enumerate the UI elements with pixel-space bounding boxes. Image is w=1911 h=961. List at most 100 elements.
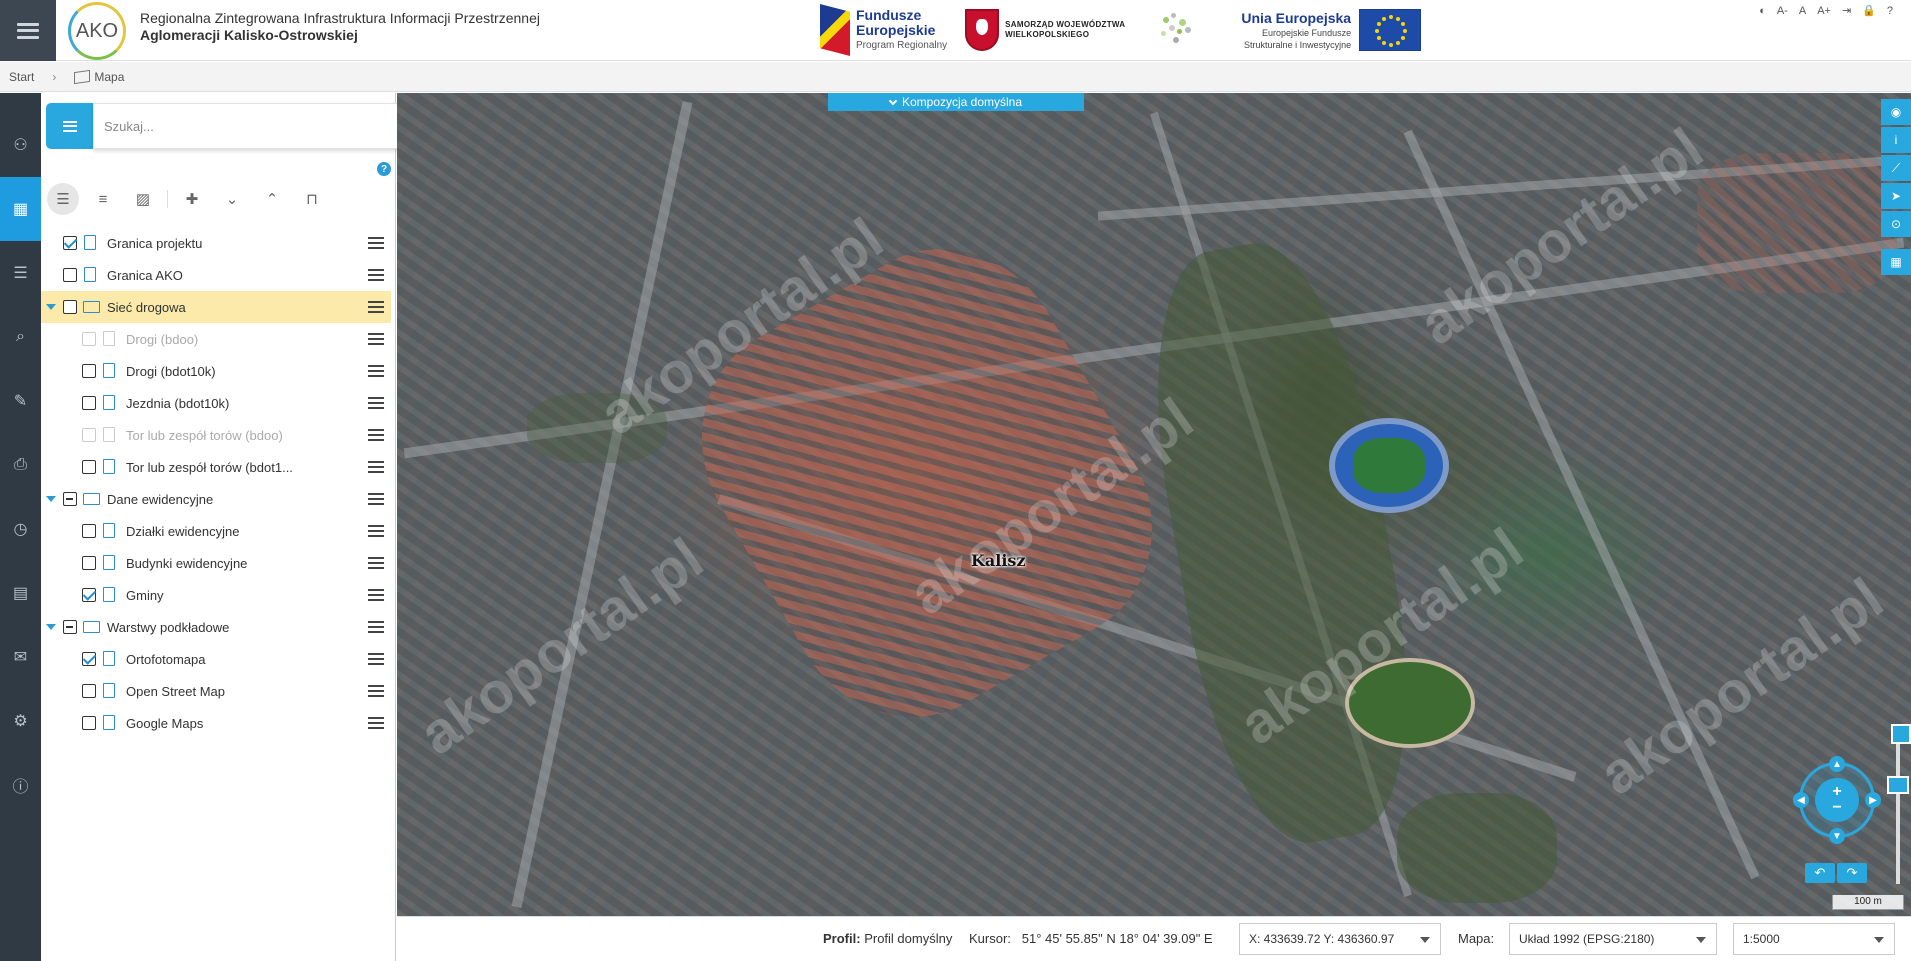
layer-menu-icon[interactable]: [368, 589, 384, 601]
select-cursor-icon[interactable]: ➤: [1881, 183, 1911, 209]
layer-row[interactable]: Google Maps: [41, 707, 391, 739]
settings-icon[interactable]: ⚙: [0, 689, 41, 753]
legend-image-button[interactable]: ▨: [127, 183, 159, 215]
layer-menu-icon[interactable]: [368, 429, 384, 441]
coordinates-select[interactable]: X: 433639.72 Y: 436360.97: [1239, 923, 1441, 955]
eye-icon[interactable]: ◉: [1881, 99, 1911, 125]
layer-menu-icon[interactable]: [368, 525, 384, 537]
layer-row[interactable]: Open Street Map: [41, 675, 391, 707]
rail-layers-group[interactable]: [0, 93, 41, 113]
print-icon[interactable]: ⎙: [0, 433, 41, 497]
composition-selector[interactable]: Kompozycja domyślna: [828, 93, 1084, 111]
layer-checkbox[interactable]: [82, 652, 96, 666]
add-layer-button[interactable]: ✚: [176, 183, 208, 215]
pencil-icon[interactable]: ✎: [0, 369, 41, 433]
layer-menu-icon[interactable]: [368, 461, 384, 473]
contrast-icon[interactable]: ◐: [1759, 5, 1766, 17]
layer-checkbox[interactable]: [63, 492, 77, 506]
layer-checkbox[interactable]: [82, 588, 96, 602]
expand-triangle-icon[interactable]: [46, 304, 56, 310]
layer-menu-icon[interactable]: [368, 301, 384, 313]
zoom-extent-icon[interactable]: [1891, 724, 1911, 744]
layer-row[interactable]: Gminy: [41, 579, 391, 611]
toggle-panel-button[interactable]: [46, 103, 93, 149]
layer-checkbox[interactable]: [82, 556, 96, 570]
layer-row[interactable]: Tor lub zespół torów (bdoo): [41, 419, 391, 451]
rail-map-button[interactable]: ▦: [0, 177, 41, 241]
collapse-all-button[interactable]: ⌃: [256, 183, 288, 215]
breadcrumb-start[interactable]: Start: [9, 70, 34, 84]
layer-checkbox[interactable]: [63, 300, 77, 314]
layer-menu-icon[interactable]: [368, 333, 384, 345]
layer-checkbox[interactable]: [82, 428, 96, 442]
layer-order-view-button[interactable]: ≡: [87, 183, 119, 215]
zoom-in-out-button[interactable]: + −: [1815, 778, 1859, 822]
card-icon[interactable]: ▤: [0, 561, 41, 625]
clock-icon[interactable]: ◷: [0, 497, 41, 561]
font-increase-button[interactable]: A+: [1817, 5, 1831, 17]
layer-menu-icon[interactable]: [368, 397, 384, 409]
info-tool-icon[interactable]: i: [1881, 127, 1911, 153]
font-decrease-button[interactable]: A-: [1777, 5, 1788, 17]
map-canvas[interactable]: akoportal.pl akoportal.pl akoportal.pl a…: [397, 93, 1911, 916]
zoom-slider[interactable]: [1887, 724, 1909, 884]
expand-triangle-icon[interactable]: [46, 496, 56, 502]
font-normal-button[interactable]: A: [1799, 5, 1806, 17]
layer-row[interactable]: Budynki ewidencyjne: [41, 547, 391, 579]
layer-checkbox[interactable]: [82, 460, 96, 474]
layer-checkbox[interactable]: [82, 332, 96, 346]
expand-all-button[interactable]: ⌄: [216, 183, 248, 215]
pan-right-icon[interactable]: ▶: [1865, 792, 1881, 808]
layer-row[interactable]: Warstwy podkładowe: [41, 611, 391, 643]
layer-checkbox[interactable]: [63, 268, 77, 282]
layer-row[interactable]: Dane ewidencyjne: [41, 483, 391, 515]
layer-menu-icon[interactable]: [368, 365, 384, 377]
help-icon[interactable]: ?: [1887, 5, 1893, 17]
layer-checkbox[interactable]: [82, 396, 96, 410]
layer-row[interactable]: Drogi (bdoo): [41, 323, 391, 355]
ruler-icon[interactable]: ⟋: [1881, 155, 1911, 181]
layer-menu-icon[interactable]: [368, 717, 384, 729]
scale-select[interactable]: 1:5000: [1733, 923, 1895, 955]
database-icon[interactable]: ☰: [0, 241, 41, 305]
table-icon[interactable]: ▦: [1881, 249, 1911, 275]
pan-up-icon[interactable]: ▲: [1829, 756, 1845, 772]
login-icon[interactable]: ⇥: [1842, 4, 1851, 17]
expand-triangle-icon[interactable]: [46, 624, 56, 630]
layer-checkbox[interactable]: [82, 684, 96, 698]
layer-checkbox[interactable]: [63, 620, 77, 634]
pan-down-icon[interactable]: ▼: [1829, 828, 1845, 844]
layer-row[interactable]: Granica AKO: [41, 259, 391, 291]
undo-icon[interactable]: ↶: [1805, 863, 1835, 883]
search-input[interactable]: [94, 106, 391, 146]
locate-icon[interactable]: ⊙: [1881, 211, 1911, 237]
panel-help-icon[interactable]: ?: [377, 162, 391, 176]
layer-menu-icon[interactable]: [368, 653, 384, 665]
zoom-slider-handle[interactable]: [1887, 776, 1909, 794]
layer-list-view-button[interactable]: ☰: [47, 183, 79, 215]
layer-row[interactable]: Sieć drogowa: [41, 291, 391, 323]
pan-left-icon[interactable]: ◀: [1793, 792, 1809, 808]
unlock-icon[interactable]: ⊓: [296, 183, 328, 215]
layer-checkbox[interactable]: [82, 524, 96, 538]
layer-menu-icon[interactable]: [368, 685, 384, 697]
main-menu-button[interactable]: [0, 0, 56, 61]
layer-menu-icon[interactable]: [368, 237, 384, 249]
layer-row[interactable]: Działki ewidencyjne: [41, 515, 391, 547]
binoculars-icon[interactable]: ⚇: [0, 113, 41, 177]
layer-checkbox[interactable]: [82, 364, 96, 378]
layer-menu-icon[interactable]: [368, 493, 384, 505]
layer-checkbox[interactable]: [82, 716, 96, 730]
layer-menu-icon[interactable]: [368, 269, 384, 281]
ako-logo[interactable]: AKO: [68, 2, 126, 60]
layer-menu-icon[interactable]: [368, 621, 384, 633]
crs-select[interactable]: Układ 1992 (EPSG:2180): [1509, 923, 1717, 955]
layer-menu-icon[interactable]: [368, 557, 384, 569]
layer-row[interactable]: Granica projektu: [41, 227, 391, 259]
lock-icon[interactable]: 🔒: [1862, 4, 1876, 17]
info-icon[interactable]: ⓘ: [0, 753, 41, 817]
layer-row[interactable]: Tor lub zespół torów (bdot1...: [41, 451, 391, 483]
layer-row[interactable]: Ortofotomapa: [41, 643, 391, 675]
layer-row[interactable]: Drogi (bdot10k): [41, 355, 391, 387]
redo-icon[interactable]: ↷: [1837, 863, 1867, 883]
